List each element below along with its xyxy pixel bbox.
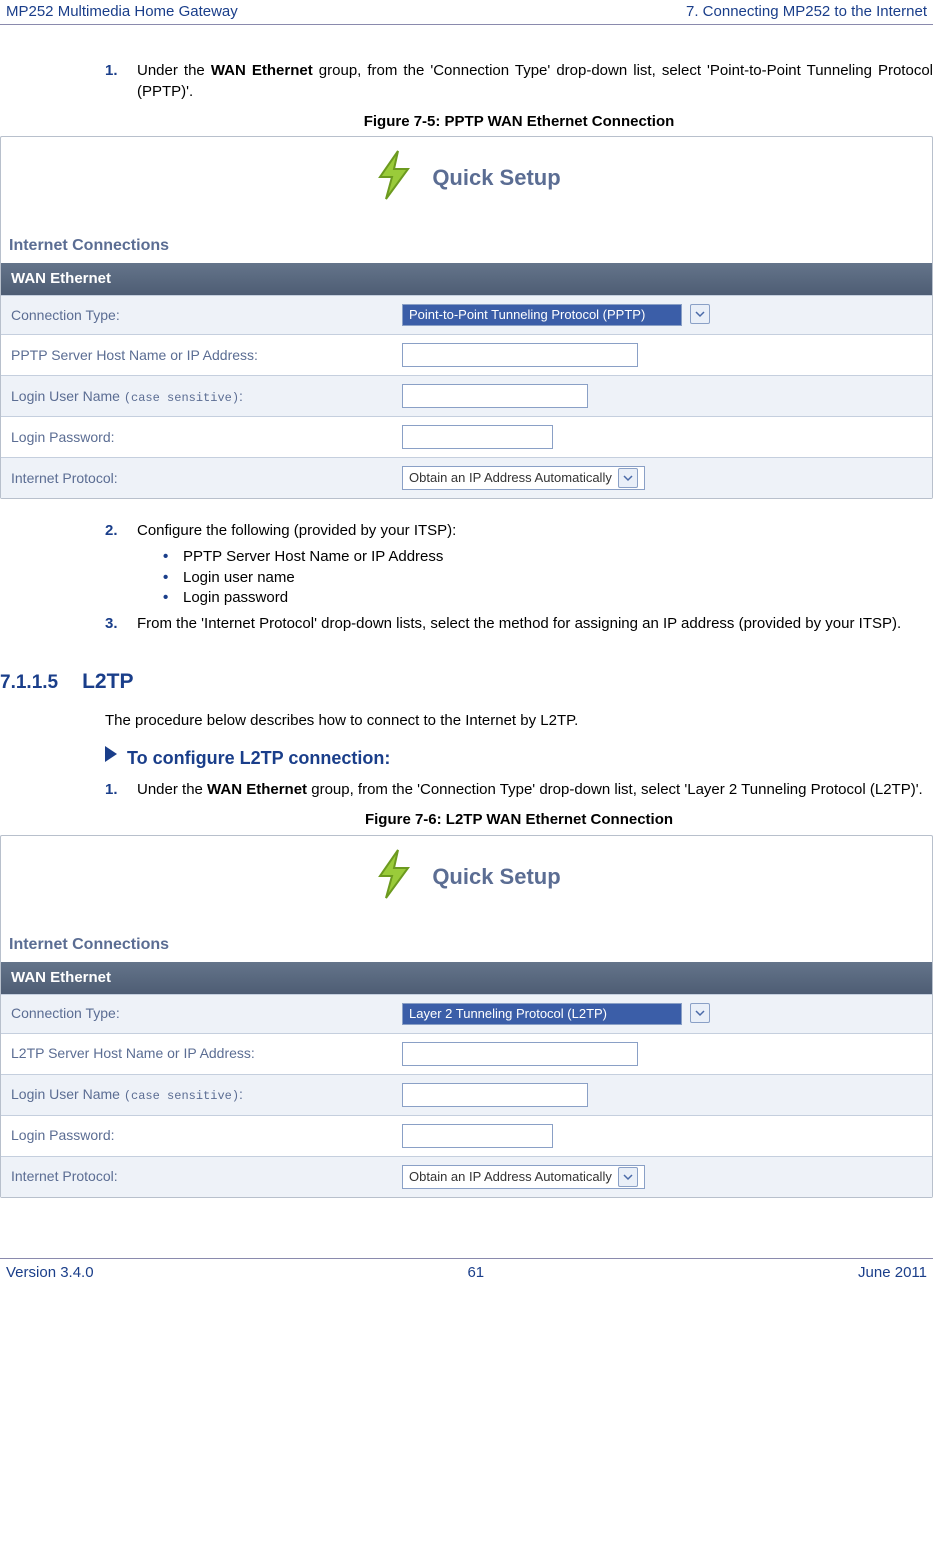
quick-setup-panel-l2tp: Quick Setup Internet Connections WAN Eth… — [0, 835, 933, 1198]
bullet-item: PPTP Server Host Name or IP Address — [163, 547, 933, 567]
step-3-number: 3. — [105, 614, 123, 634]
lightning-icon — [372, 848, 416, 906]
case-sensitive-note: (case sensitive) — [124, 1089, 239, 1103]
quick-setup-panel-pptp: Quick Setup Internet Connections WAN Eth… — [0, 136, 933, 499]
l2tp-step-1-pre: Under the — [137, 781, 207, 798]
form-table: Connection Type: Point-to-Point Tunnelin… — [1, 295, 932, 498]
l2tp-step-1-number: 1. — [105, 780, 123, 800]
header-right: 7. Connecting MP252 to the Internet — [686, 2, 927, 22]
step-1-number: 1. — [105, 61, 123, 102]
figure-7-5-caption: Figure 7-5: PPTP WAN Ethernet Connection — [105, 112, 933, 132]
label-internet-protocol: Internet Protocol: — [1, 458, 392, 499]
lightning-icon — [372, 149, 416, 207]
panel-header: Quick Setup — [1, 836, 932, 930]
step-2: 2. Configure the following (provided by … — [105, 521, 933, 541]
label-pptp-server: PPTP Server Host Name or IP Address: — [1, 335, 392, 376]
chevron-down-icon[interactable] — [618, 1167, 638, 1187]
step-1-bold: WAN Ethernet — [211, 62, 313, 79]
wan-ethernet-band: WAN Ethernet — [1, 962, 932, 994]
footer-page-number: 61 — [467, 1263, 484, 1283]
label-login-user: Login User Name (case sensitive): — [1, 376, 392, 417]
label-connection-type: Connection Type: — [1, 994, 392, 1033]
login-password-input[interactable] — [402, 425, 553, 449]
bullet-item: Login user name — [163, 568, 933, 588]
connection-type-select[interactable]: Layer 2 Tunneling Protocol (L2TP) — [402, 1003, 682, 1025]
login-user-colon: : — [239, 1086, 243, 1102]
step-1-pre: Under the — [137, 62, 211, 79]
page-header: MP252 Multimedia Home Gateway 7. Connect… — [0, 0, 933, 25]
pptp-server-input[interactable] — [402, 343, 638, 367]
section-heading: 7.1.1.5 L2TP — [0, 668, 933, 696]
step-2-text: Configure the following (provided by you… — [137, 521, 456, 541]
l2tp-step-1-bold: WAN Ethernet — [207, 781, 307, 798]
l2tp-step-1-post: group, from the 'Connection Type' drop-d… — [307, 781, 923, 798]
label-internet-protocol: Internet Protocol: — [1, 1156, 392, 1197]
triangle-arrow-icon — [105, 746, 117, 762]
bullet-item: Login password — [163, 588, 933, 608]
login-user-input[interactable] — [402, 1083, 588, 1107]
label-login-password: Login Password: — [1, 417, 392, 458]
internet-protocol-select[interactable]: Obtain an IP Address Automatically — [402, 1165, 645, 1189]
bullet-list: PPTP Server Host Name or IP Address Logi… — [163, 547, 933, 608]
footer-version: Version 3.4.0 — [6, 1263, 94, 1283]
form-table: Connection Type: Layer 2 Tunneling Proto… — [1, 994, 932, 1197]
connection-type-value: Layer 2 Tunneling Protocol (L2TP) — [409, 1003, 607, 1025]
connection-type-select[interactable]: Point-to-Point Tunneling Protocol (PPTP) — [402, 304, 682, 326]
step-3: 3. From the 'Internet Protocol' drop-dow… — [105, 614, 933, 634]
l2tp-step-1: 1. Under the WAN Ethernet group, from th… — [105, 780, 933, 800]
step-1: 1. Under the WAN Ethernet group, from th… — [105, 61, 933, 102]
figure-7-6-caption: Figure 7-6: L2TP WAN Ethernet Connection — [105, 810, 933, 830]
header-left: MP252 Multimedia Home Gateway — [6, 2, 238, 22]
procedure-heading: To configure L2TP connection: — [105, 746, 933, 770]
l2tp-intro: The procedure below describes how to con… — [105, 711, 933, 731]
connection-type-value: Point-to-Point Tunneling Protocol (PPTP) — [409, 304, 645, 326]
chevron-down-icon[interactable] — [690, 304, 710, 324]
label-login-password: Login Password: — [1, 1115, 392, 1156]
step-3-text: From the 'Internet Protocol' drop-down l… — [137, 614, 901, 634]
internet-connections-label: Internet Connections — [1, 231, 932, 263]
internet-protocol-select[interactable]: Obtain an IP Address Automatically — [402, 466, 645, 490]
l2tp-server-input[interactable] — [402, 1042, 638, 1066]
section-title: L2TP — [82, 668, 133, 696]
wan-ethernet-band: WAN Ethernet — [1, 263, 932, 295]
label-connection-type: Connection Type: — [1, 296, 392, 335]
chevron-down-icon[interactable] — [690, 1003, 710, 1023]
procedure-title: To configure L2TP connection: — [127, 746, 390, 770]
ip-select-value: Obtain an IP Address Automatically — [409, 1168, 612, 1186]
panel-title: Quick Setup — [432, 163, 560, 193]
label-login-user: Login User Name (case sensitive): — [1, 1074, 392, 1115]
login-user-colon: : — [239, 388, 243, 404]
case-sensitive-note: (case sensitive) — [124, 391, 239, 405]
login-user-text: Login User Name — [11, 1086, 124, 1102]
login-user-input[interactable] — [402, 384, 588, 408]
footer-date: June 2011 — [858, 1263, 927, 1283]
label-l2tp-server: L2TP Server Host Name or IP Address: — [1, 1033, 392, 1074]
step-2-number: 2. — [105, 521, 123, 541]
panel-title: Quick Setup — [432, 862, 560, 892]
l2tp-step-1-text: Under the WAN Ethernet group, from the '… — [137, 780, 923, 800]
internet-connections-label: Internet Connections — [1, 930, 932, 962]
step-1-text: Under the WAN Ethernet group, from the '… — [137, 61, 933, 102]
chevron-down-icon[interactable] — [618, 468, 638, 488]
ip-select-value: Obtain an IP Address Automatically — [409, 469, 612, 487]
page-footer: Version 3.4.0 61 June 2011 — [0, 1258, 933, 1287]
login-user-text: Login User Name — [11, 388, 124, 404]
panel-header: Quick Setup — [1, 137, 932, 231]
section-number: 7.1.1.5 — [0, 670, 58, 696]
login-password-input[interactable] — [402, 1124, 553, 1148]
